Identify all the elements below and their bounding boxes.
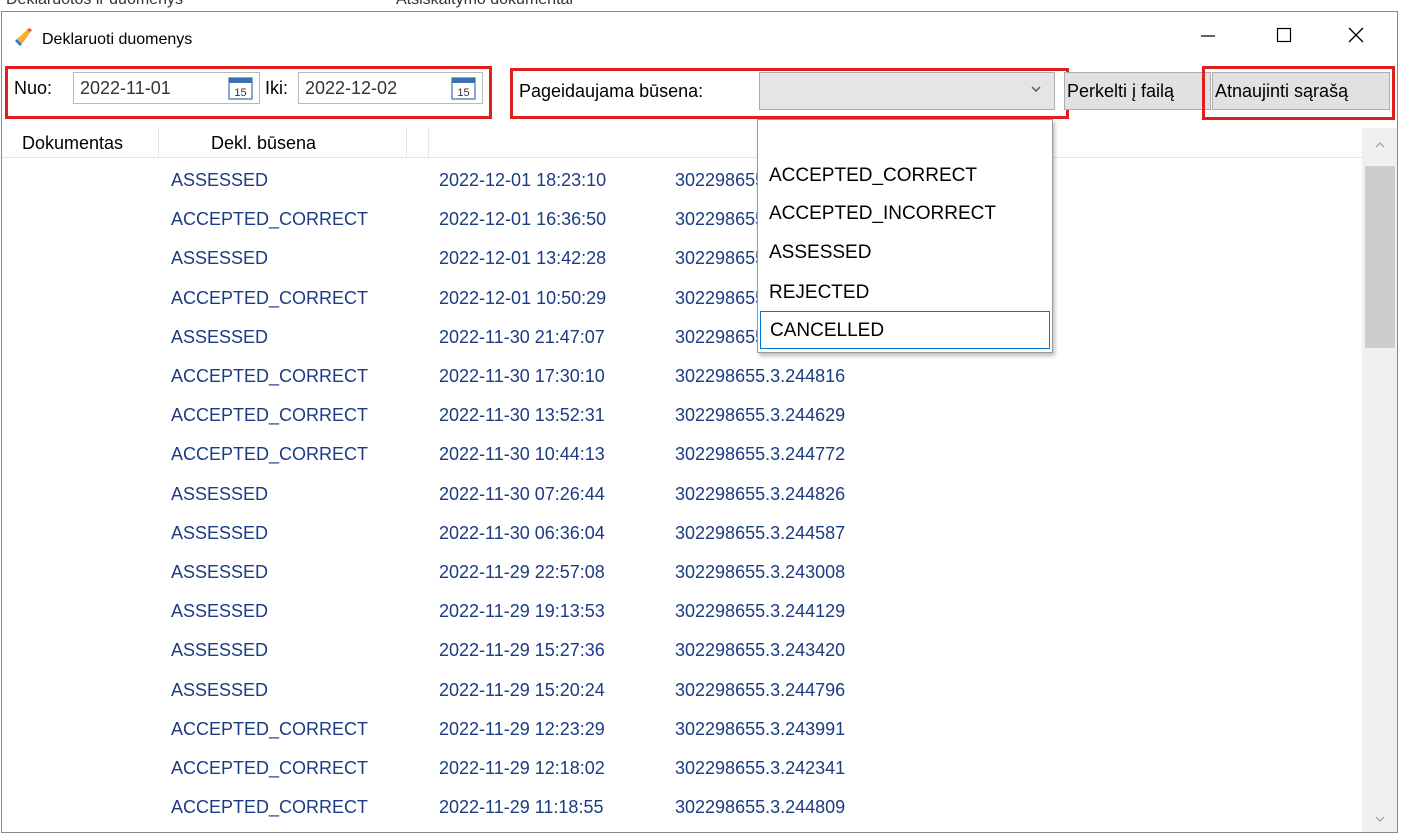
cell-status: ACCEPTED_CORRECT: [171, 209, 369, 230]
dropdown-option-rejected[interactable]: REJECTED: [760, 274, 1050, 312]
cell-id: 302298655.3.243991: [675, 718, 846, 739]
table-row[interactable]: ACCEPTED_CORRECT2022-12-01 16:36:5030229…: [2, 200, 1364, 239]
cell-status: ASSESSED: [171, 170, 269, 190]
cell-date: 2022-12-01 13:42:28: [439, 248, 607, 269]
cell-status: ACCEPTED_CORRECT: [171, 758, 369, 778]
cell-id: 302298655.3.244826: [675, 483, 846, 504]
cell-date: 2022-11-30 07:26:44: [439, 483, 605, 504]
cell-date: 2022-11-29 22:57:08: [439, 562, 605, 582]
cell-date: 2022-11-29 19:13:53: [439, 601, 605, 622]
cell-status: ASSESSED: [171, 326, 269, 347]
cell-id: 302298655.3.244587: [675, 522, 846, 543]
cell-status: ASSESSED: [171, 679, 269, 700]
table-row[interactable]: ACCEPTED_CORRECT 2022-11-30 13:52:31 30229…: [2, 396, 1364, 435]
cell-date: 2022-11-29 12:18:02: [439, 758, 605, 778]
scrollbar-thumb[interactable]: [1365, 166, 1395, 348]
app-icon: [15, 28, 32, 46]
cell-date: 2022-12-01 18:23:10: [439, 170, 607, 190]
column-header-status[interactable]: Dekl. būsena: [159, 128, 407, 158]
table-row[interactable]: ACCEPTED_CORRECT 2022-11-30 17:30:10 30229…: [2, 357, 1364, 396]
declared-data-window: Deklaruoti duomenys Nuo: 2022-11-01 15 I…: [1, 11, 1398, 833]
cell-status: ACCEPTED_CORRECT: [171, 405, 369, 426]
cell-id: 302298655.3.243420: [675, 640, 846, 661]
cell-date: 2022-12-01 16:36:50: [439, 209, 607, 230]
close-button[interactable]: [1326, 12, 1386, 58]
filter-toolbar: Nuo: 2022-11-01 15 Iki: 2022-12-02 15 Pa…: [2, 58, 1397, 120]
cell-id: 302298655.3.244629: [675, 405, 846, 426]
cell-status: ASSESSED: [171, 640, 269, 661]
refresh-button-highlight: [1202, 66, 1395, 120]
export-to-file-button[interactable]: Perkelti į failą: [1064, 72, 1211, 110]
minimize-icon: [1201, 35, 1215, 37]
cell-date: 2022-11-30 17:30:10: [439, 366, 605, 386]
close-icon: [1348, 27, 1364, 43]
column-header-document[interactable]: Dokumentas: [22, 128, 159, 158]
window-title: Deklaruoti duomenys: [42, 31, 193, 48]
cell-status: ASSESSED: [171, 522, 269, 543]
table-row[interactable]: ASSESSED2022-12-01 18:23:10302298655.3.2…: [2, 161, 1364, 200]
table-row[interactable]: ASSESSED 2022-11-30 07:26:44 302298655.3.2…: [2, 475, 1364, 514]
declarations-table[interactable]: Dokumentas Dekl. būsena I ASSESSED 2022-1…: [2, 128, 1397, 832]
table-row[interactable]: ACCEPTED_CORRECT 2022-11-29 11:18:55 30229…: [2, 788, 1364, 827]
date-range-highlight: [5, 66, 492, 119]
cell-status: ACCEPTED_CORRECT: [171, 366, 369, 386]
table-row[interactable]: ACCEPTED_CORRECT 2022-11-29 12:18:02 30229…: [2, 749, 1364, 788]
cell-id: 302298655.3.244809: [675, 797, 846, 818]
dropdown-option-assessed[interactable]: ASSESSED: [760, 234, 1050, 272]
dropdown-option-accepted-correct[interactable]: ACCEPTED_CORRECT: [760, 157, 1050, 195]
cell-date: 2022-11-30 13:52:31: [439, 405, 605, 426]
table-row[interactable]: ASSESSED 2022-11-29 15:20:24 302298655.3.2…: [2, 671, 1364, 710]
cell-date: 2022-11-30 21:47:07: [439, 326, 605, 347]
cell-date: 2022-11-29 15:20:24: [439, 679, 605, 700]
cell-status: ASSESSED: [171, 483, 269, 504]
background-text: Deklaruotos ir duomenys: [6, 0, 183, 9]
maximize-icon: [1276, 27, 1292, 43]
title-bar[interactable]: Deklaruoti duomenys: [2, 12, 1397, 58]
cell-date: 2022-11-30 10:44:13: [439, 444, 605, 465]
table-row[interactable]: ACCEPTED_CORRECT2022-12-01 10:50:2930229…: [2, 279, 1364, 318]
cell-id: 302298655.3.244796: [675, 679, 846, 700]
minimize-button[interactable]: [1178, 12, 1238, 58]
maximize-button[interactable]: [1254, 12, 1314, 58]
cell-status: ASSESSED: [171, 248, 269, 269]
cell-id: 302298655.3.244772: [675, 444, 846, 465]
background-text: Atsiskaitymo dokumentai: [396, 0, 573, 9]
cell-date: 2022-11-29 12:23:29: [439, 718, 605, 739]
cell-id: 302298655.3.244129: [675, 601, 846, 622]
dropdown-option-empty[interactable]: [760, 122, 1050, 160]
cell-date: 2022-11-29 15:27:36: [439, 640, 605, 661]
cell-status: ACCEPTED_CORRECT: [171, 287, 369, 308]
cell-status: ACCEPTED_CORRECT: [171, 444, 369, 465]
table-row[interactable]: ASSESSED 2022-11-29 22:57:08 302298655.3.2…: [2, 553, 1364, 592]
table-row[interactable]: ACCEPTED_CORRECT 2022-11-30 10:44:13 30229…: [2, 435, 1364, 474]
scroll-up-icon[interactable]: [1373, 138, 1387, 152]
cell-date: 2022-11-29 11:18:55: [439, 797, 604, 818]
cell-date: 2022-12-01 10:50:29: [439, 287, 607, 308]
cell-id: 302298655.3.244816: [675, 366, 846, 386]
scroll-down-icon[interactable]: [1373, 812, 1387, 826]
cell-id: 302298655.3.243008: [675, 562, 846, 582]
column-header-splitter[interactable]: [407, 128, 429, 158]
table-row[interactable]: ASSESSED 2022-11-29 15:27:36 302298655.3.2…: [2, 631, 1364, 670]
table-header: Dokumentas Dekl. būsena I: [2, 128, 1364, 158]
cell-date: 2022-11-30 06:36:04: [439, 522, 605, 543]
table-row[interactable]: ASSESSED2022-11-30 21:47:07302298655.3.2…: [2, 318, 1364, 357]
cell-id: 302298655.3.242341: [675, 758, 846, 778]
cell-status: ACCEPTED_CORRECT: [171, 797, 369, 818]
cell-status: ASSESSED: [171, 562, 269, 582]
table-row[interactable]: ACCEPTED_CORRECT 2022-11-29 12:23:29 30229…: [2, 710, 1364, 749]
cell-status: ACCEPTED_CORRECT: [171, 718, 369, 739]
vertical-scrollbar[interactable]: [1362, 128, 1397, 832]
status-dropdown-list: ACCEPTED_CORRECT ACCEPTED_INCORRECT ASSE…: [757, 119, 1053, 353]
cell-status: ASSESSED: [171, 601, 269, 622]
dropdown-option-cancelled[interactable]: CANCELLED: [760, 311, 1050, 349]
table-row[interactable]: ASSESSED 2022-11-29 19:13:53 302298655.3.2…: [2, 592, 1364, 631]
table-row[interactable]: ASSESSED2022-12-01 13:42:28302298655.3.2…: [2, 239, 1364, 278]
table-row[interactable]: ASSESSED 2022-11-30 06:36:04 302298655.3.2…: [2, 514, 1364, 553]
status-filter-highlight: [510, 68, 1069, 119]
dropdown-option-accepted-incorrect[interactable]: ACCEPTED_INCORRECT: [760, 195, 1050, 233]
